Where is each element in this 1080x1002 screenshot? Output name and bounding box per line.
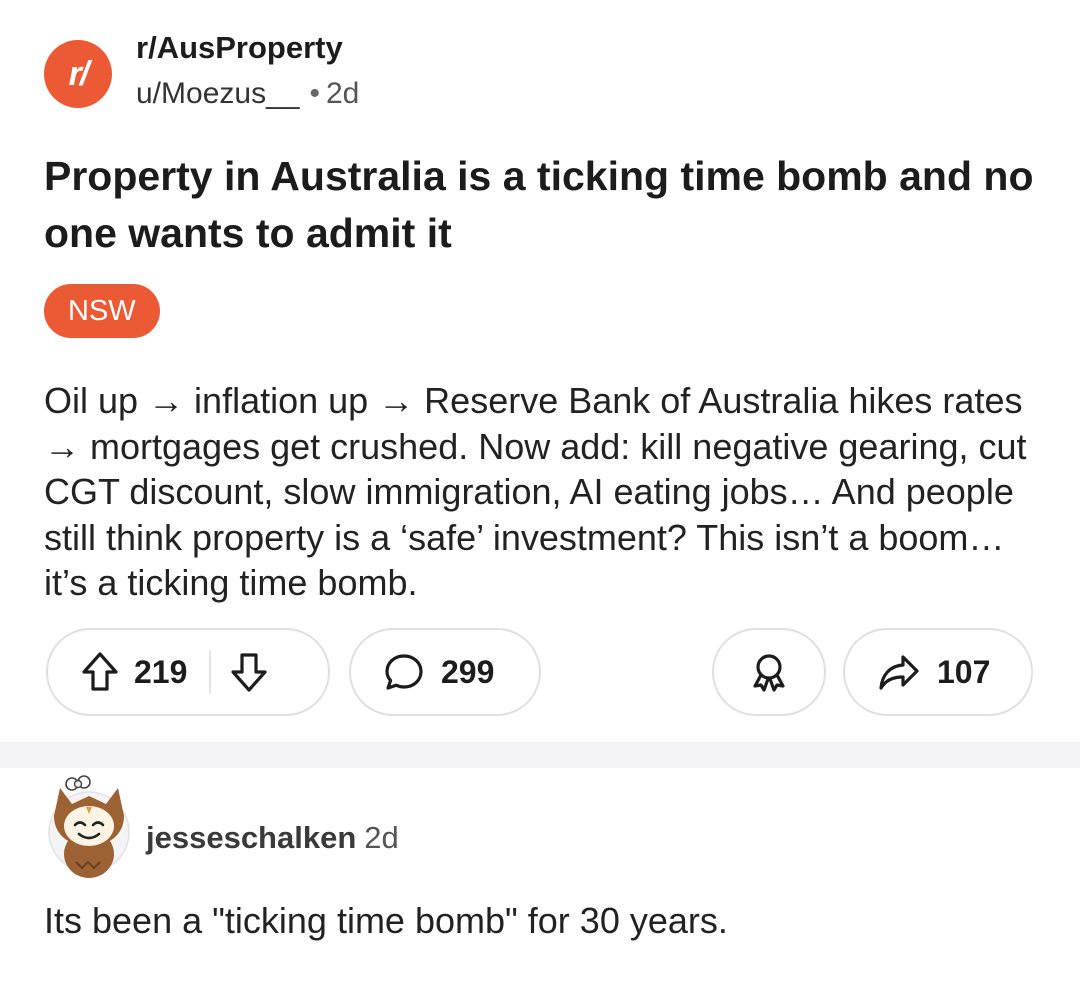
upvote-count: 219 (134, 653, 188, 690)
post-card: r/ r/AusProperty u/Moezus__ • 2d Property … (0, 0, 1080, 742)
vote-bar: 219 (46, 628, 330, 716)
vote-divider (209, 650, 212, 694)
upvote-icon[interactable] (80, 650, 120, 694)
comment-age: 2d (364, 820, 399, 855)
flair-label: NSW (68, 294, 136, 327)
comment-icon (383, 651, 425, 693)
commenter-avatar[interactable] (46, 770, 132, 880)
comment-author[interactable]: jesseschalken (146, 820, 356, 855)
post-age: 2d (325, 77, 360, 110)
post-meta: u/Moezus__ • 2d (136, 77, 359, 111)
subreddit-name[interactable]: r/AusProperty (136, 30, 343, 66)
comments-button[interactable]: 299 (349, 628, 541, 716)
post-author[interactable]: u/Moezus__ (136, 77, 299, 110)
post-title: Property in Australia is a ticking time … (44, 153, 1034, 256)
share-count: 107 (937, 653, 991, 690)
meta-separator: • (309, 77, 320, 110)
post-body: Oil up → inflation up → Reserve Bank of … (44, 380, 1027, 603)
comment-text: Its been a "ticking time bomb" for 30 ye… (44, 900, 728, 941)
comment-meta: jesseschalken 2d (146, 820, 399, 856)
flair-badge[interactable]: NSW (44, 284, 160, 338)
share-button[interactable]: 107 (843, 628, 1033, 716)
comment-item: jesseschalken 2d Its been a "ticking time… (0, 768, 1080, 1002)
comment-count: 299 (441, 653, 495, 690)
section-divider (0, 742, 1080, 768)
award-icon (747, 650, 791, 694)
subreddit-avatar[interactable]: r/ (44, 40, 112, 108)
award-button[interactable] (712, 628, 826, 716)
share-icon (877, 651, 921, 693)
downvote-icon[interactable] (229, 650, 269, 694)
subreddit-avatar-text: r/ (68, 54, 90, 93)
